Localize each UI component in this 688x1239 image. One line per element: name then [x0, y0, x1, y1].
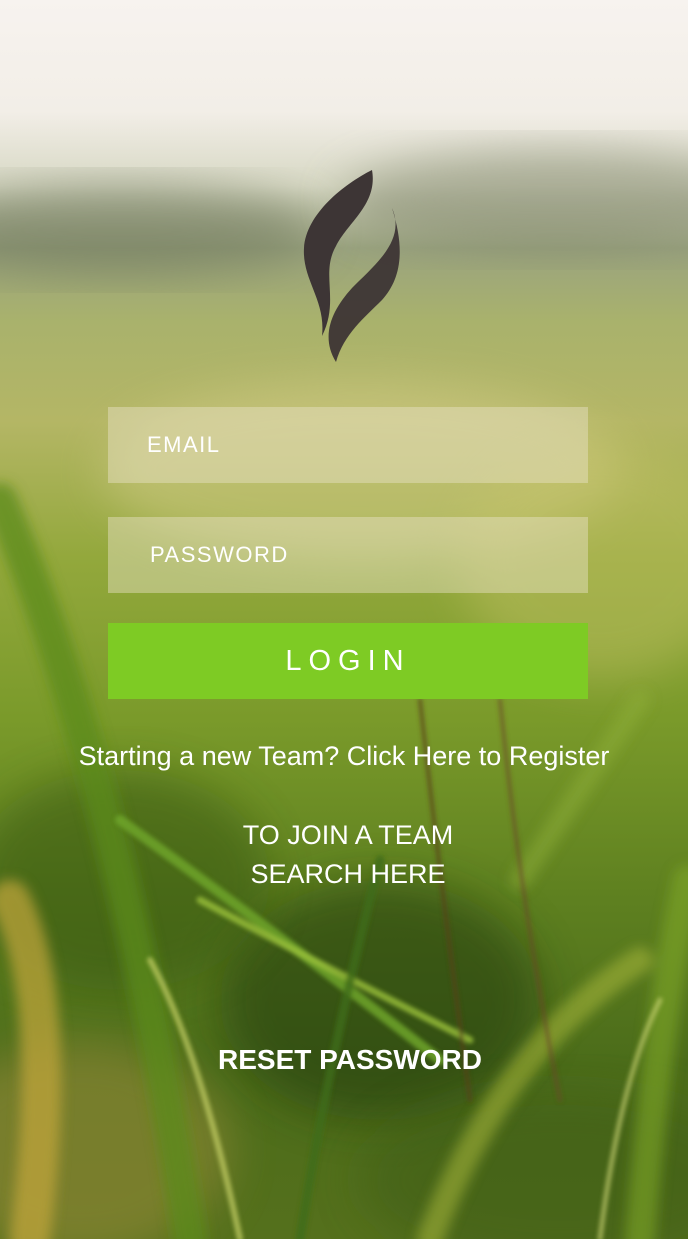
reset-password-link[interactable]: RESET PASSWORD — [0, 1040, 688, 1080]
join-team-line2: SEARCH HERE — [250, 859, 446, 889]
email-input[interactable] — [108, 407, 588, 483]
join-team-link[interactable]: TO JOIN A TEAM SEARCH HERE — [0, 816, 688, 894]
flame-logo-icon — [303, 170, 400, 362]
join-team-line1: TO JOIN A TEAM — [242, 820, 454, 850]
register-link[interactable]: Starting a new Team? Click Here to Regis… — [0, 736, 688, 776]
email-field[interactable] — [108, 407, 588, 483]
password-field[interactable] — [108, 517, 588, 593]
password-input[interactable] — [108, 517, 588, 593]
login-button[interactable]: LOGIN — [108, 623, 588, 699]
